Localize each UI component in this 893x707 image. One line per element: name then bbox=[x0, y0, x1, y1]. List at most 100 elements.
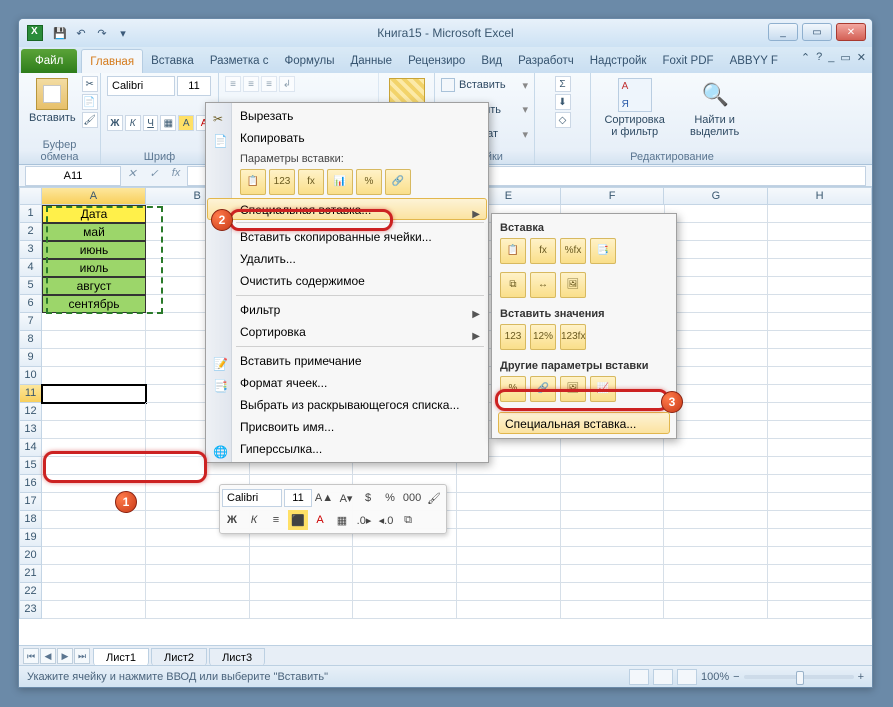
sheet-nav-last[interactable]: ⏭ bbox=[74, 648, 90, 664]
sub-paste-noborders[interactable]: ⧉ bbox=[500, 272, 526, 298]
ctx-pick-list[interactable]: Выбрать из раскрывающегося списка... bbox=[208, 394, 486, 416]
tab-insert[interactable]: Вставка bbox=[143, 49, 202, 73]
mini-grow-font[interactable]: A▲ bbox=[314, 488, 334, 508]
cell[interactable] bbox=[665, 223, 769, 241]
cell[interactable] bbox=[561, 601, 665, 619]
row-header[interactable]: 20 bbox=[19, 547, 42, 565]
doc-min-icon[interactable]: _ bbox=[828, 51, 834, 64]
minimize-button[interactable]: _ bbox=[768, 23, 798, 41]
cell[interactable] bbox=[768, 349, 872, 367]
sheet-nav-prev[interactable]: ◀ bbox=[40, 648, 56, 664]
cell[interactable] bbox=[665, 277, 769, 295]
mini-percent[interactable]: % bbox=[380, 488, 400, 508]
row-header[interactable]: 10 bbox=[19, 367, 42, 385]
wrap-button[interactable]: ↲ bbox=[279, 76, 295, 92]
ctx-hyperlink[interactable]: 🌐Гиперссылка... bbox=[208, 438, 486, 460]
cell[interactable] bbox=[561, 439, 665, 457]
row-header[interactable]: 7 bbox=[19, 313, 42, 331]
cell[interactable] bbox=[42, 439, 146, 457]
cell[interactable] bbox=[42, 529, 146, 547]
fill-color-button[interactable]: A bbox=[178, 115, 194, 131]
view-normal-button[interactable] bbox=[629, 669, 649, 685]
cell[interactable] bbox=[146, 565, 250, 583]
tab-abbyy[interactable]: ABBYY F bbox=[722, 49, 786, 73]
cell[interactable] bbox=[768, 313, 872, 331]
cell[interactable] bbox=[664, 313, 768, 331]
row-header[interactable]: 17 bbox=[19, 493, 42, 511]
cell[interactable] bbox=[457, 493, 561, 511]
ctx-copy[interactable]: 📄Копировать bbox=[208, 127, 486, 149]
mini-shrink-font[interactable]: A▾ bbox=[336, 488, 356, 508]
qat-customize-button[interactable]: ▾ bbox=[114, 24, 132, 42]
fx-button[interactable]: fx bbox=[167, 167, 185, 185]
mini-font-color[interactable]: A bbox=[310, 510, 330, 530]
sub-paste-transpose[interactable]: 🖼 bbox=[560, 272, 586, 298]
cell[interactable] bbox=[664, 511, 768, 529]
ctx-delete[interactable]: Удалить... bbox=[208, 248, 486, 270]
ctx-define-name[interactable]: Присвоить имя... bbox=[208, 416, 486, 438]
cell[interactable]: Дата bbox=[42, 205, 146, 223]
cell[interactable] bbox=[664, 547, 768, 565]
italic-button[interactable]: К bbox=[125, 115, 141, 131]
confirm-entry-button[interactable]: ✓ bbox=[145, 167, 163, 185]
sub-values-numfmt[interactable]: 12% bbox=[530, 324, 556, 350]
mini-font-name[interactable] bbox=[222, 489, 282, 507]
paste-opt-all[interactable]: 📋 bbox=[240, 169, 266, 195]
name-box[interactable]: A11 bbox=[25, 166, 121, 186]
zoom-in-button[interactable]: + bbox=[858, 671, 864, 683]
cell[interactable] bbox=[42, 583, 146, 601]
row-header[interactable]: 6 bbox=[19, 295, 42, 313]
row-header[interactable]: 12 bbox=[19, 403, 42, 421]
cell[interactable] bbox=[768, 493, 872, 511]
insert-cells-button[interactable]: Вставить▾ bbox=[441, 76, 528, 94]
cell[interactable] bbox=[457, 565, 561, 583]
align-bot-button[interactable]: ≡ bbox=[261, 76, 277, 92]
sub-paste-all[interactable]: 📋 bbox=[500, 238, 526, 264]
cell[interactable] bbox=[42, 367, 146, 385]
select-all-corner[interactable] bbox=[19, 187, 42, 205]
tab-review[interactable]: Рецензиро bbox=[400, 49, 473, 73]
ctx-insert-copied[interactable]: Вставить скопированные ячейки... bbox=[208, 226, 486, 248]
cell[interactable] bbox=[561, 565, 665, 583]
tab-file[interactable]: Файл bbox=[21, 49, 77, 73]
mini-fill-color[interactable]: ⬛ bbox=[288, 510, 308, 530]
cell[interactable] bbox=[768, 601, 872, 619]
ctx-cut[interactable]: ✂Вырезать bbox=[208, 105, 486, 127]
cell[interactable] bbox=[768, 259, 872, 277]
sub-values[interactable]: 123 bbox=[500, 324, 526, 350]
sub-paste-formulas[interactable]: fx bbox=[530, 238, 556, 264]
cell[interactable] bbox=[561, 475, 665, 493]
cell[interactable] bbox=[353, 601, 457, 619]
cell[interactable] bbox=[768, 475, 872, 493]
cell[interactable] bbox=[665, 259, 769, 277]
column-header[interactable]: G bbox=[664, 187, 768, 205]
cell[interactable] bbox=[457, 529, 561, 547]
mini-merge[interactable]: ⧉ bbox=[398, 510, 418, 530]
cell[interactable] bbox=[457, 601, 561, 619]
row-header[interactable]: 1 bbox=[19, 205, 42, 223]
ctx-paste-special[interactable]: Специальная вставка...▶ bbox=[207, 198, 487, 220]
cell[interactable] bbox=[665, 241, 769, 259]
cell[interactable] bbox=[768, 583, 872, 601]
cell[interactable]: сентябрь bbox=[42, 295, 146, 313]
row-header[interactable]: 2 bbox=[19, 223, 42, 241]
sub-other-picture[interactable]: 🖼 bbox=[560, 376, 586, 402]
sheet-nav-next[interactable]: ▶ bbox=[57, 648, 73, 664]
align-mid-button[interactable]: ≡ bbox=[243, 76, 259, 92]
ctx-comment[interactable]: 📝Вставить примечание bbox=[208, 350, 486, 372]
cell[interactable] bbox=[42, 385, 146, 403]
cell[interactable] bbox=[42, 475, 146, 493]
cell[interactable] bbox=[353, 547, 457, 565]
help-button[interactable]: ? bbox=[816, 51, 822, 64]
ctx-clear[interactable]: Очистить содержимое bbox=[208, 270, 486, 292]
cell[interactable] bbox=[250, 601, 354, 619]
mini-format-painter[interactable]: 🖌 bbox=[424, 488, 444, 508]
maximize-button[interactable]: ▭ bbox=[802, 23, 832, 41]
ctx-filter[interactable]: Фильтр▶ bbox=[208, 299, 486, 321]
row-header[interactable]: 18 bbox=[19, 511, 42, 529]
row-header[interactable]: 9 bbox=[19, 349, 42, 367]
zoom-slider[interactable] bbox=[744, 675, 854, 679]
view-break-button[interactable] bbox=[677, 669, 697, 685]
cell[interactable] bbox=[664, 349, 768, 367]
cell[interactable] bbox=[768, 511, 872, 529]
